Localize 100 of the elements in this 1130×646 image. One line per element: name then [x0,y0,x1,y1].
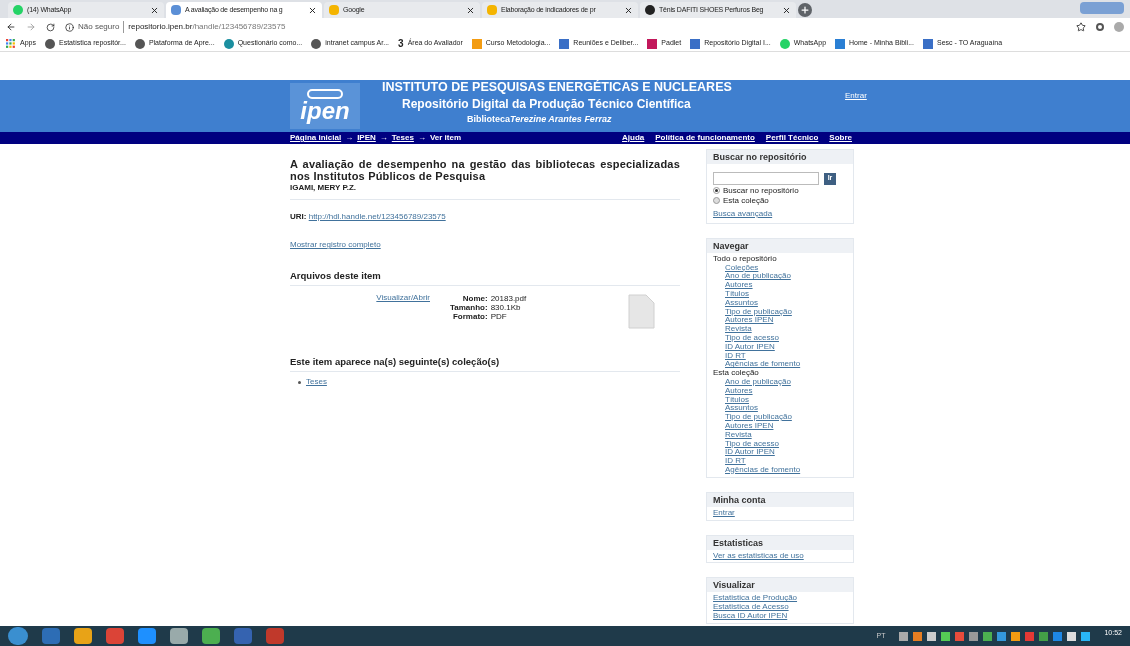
extension-icon[interactable] [1096,23,1104,31]
browse-link[interactable]: Autores IPEN [725,421,774,431]
browse-link[interactable]: Autores [725,281,753,290]
browse-link[interactable]: Títulos [725,290,749,299]
security-label: Não seguro [78,21,125,33]
browse-link[interactable]: Revista [725,430,752,440]
apps-grid-icon [6,38,16,49]
browse-link[interactable]: Agências de fomento [725,360,801,370]
globe-icon [311,38,322,49]
bullet-icon [298,381,301,385]
bookmark-icon [559,38,570,49]
breadcrumb-separator: → [345,132,354,144]
radio-label: Esta coleção [723,196,769,205]
globe-icon [134,38,145,49]
square-icon [647,38,658,49]
field-value: 830.1Kb [490,303,522,313]
bookmark-icon [835,38,846,49]
nav-link[interactable]: Perfil Técnico [765,132,819,144]
field-value: 20183.pdf [490,294,527,304]
radio-label: Buscar no repositório [723,186,799,195]
sidebar-link[interactable]: Estatistica de Acesso [713,603,789,612]
new-tab-button[interactable] [798,3,812,17]
box-title: Buscar no repositório [707,150,853,164]
whatsapp-icon [13,5,23,15]
advanced-search-link[interactable]: Busca avançada [713,210,773,219]
close-icon[interactable] [466,5,475,15]
whatsapp-icon [779,38,790,49]
breadcrumb-link[interactable]: IPEN [357,132,376,144]
info-icon [65,22,74,32]
browse-group-label: Esta coleção [713,369,760,378]
close-icon[interactable] [308,5,317,15]
browse-link[interactable]: Coleções [725,263,759,273]
full-record-link[interactable]: Mostrar registro completo [290,241,381,250]
browse-group-label: Todo o repositório [713,254,778,263]
browse-link[interactable]: ID RT [725,457,746,466]
sidebar-link[interactable]: Busca ID Autor IPEN [713,611,788,621]
close-icon[interactable] [150,5,159,15]
box-title: Visualizar [707,578,853,593]
radio-button[interactable] [713,197,720,204]
login-link[interactable]: Entrar [845,90,867,102]
bookmark-icon [690,38,701,49]
browse-link[interactable]: Agências de fomento [725,465,801,475]
uri-label: URI: [290,212,307,221]
start-button[interactable] [8,627,28,645]
nav-link[interactable]: Política de funcionamento [655,132,755,144]
bookmark-icon [329,5,339,15]
browse-link[interactable]: Ano de publicação [725,377,791,387]
field-label: Tamanho: [450,303,488,313]
item-author: IGAMI, MERY P.Z. [290,182,680,200]
taskbar-app-icon[interactable] [170,628,188,644]
taskbar-app-icon[interactable] [138,628,156,644]
globe-icon [223,38,234,49]
uri-link[interactable]: http://hdl.handle.net/123456789/23575 [308,212,446,221]
browse-link[interactable]: Assuntos [725,404,758,414]
browse-link[interactable]: Tipo de publicação [725,413,792,422]
browse-link[interactable]: Títulos [725,395,749,405]
browse-link[interactable]: Tipo de acesso [725,439,779,449]
browse-link[interactable]: Ano de publicação [725,272,791,282]
browse-link[interactable]: Revista [725,325,752,334]
browse-link[interactable]: Autores IPEN [725,316,774,326]
close-icon[interactable] [624,5,633,15]
globe-icon [44,38,55,49]
box-title: Navegar [707,238,853,253]
search-input[interactable] [713,172,819,185]
url-field[interactable]: Não seguro repositorio.ipen.br/handle/123456789/23575 [65,20,1066,34]
logo-rings-icon [307,89,343,99]
file-icon [628,294,655,330]
sidebar-link[interactable]: Entrar [713,508,735,518]
profile-icon[interactable] [1114,22,1124,32]
sidebar-link[interactable]: Ver as estatisticas de uso [713,551,804,561]
close-icon[interactable] [782,5,791,15]
browse-link[interactable]: ID Autor IPEN [725,342,775,352]
box-title: Estatisticas [707,535,853,550]
browse-link[interactable]: Tipo de publicação [725,307,792,317]
nav-link[interactable]: Ajuda [622,132,645,144]
taskbar-app-icon[interactable] [202,628,220,644]
page-icon [171,5,181,15]
browse-link[interactable]: Autores [725,386,753,396]
back-icon[interactable] [6,22,16,32]
breadcrumb-current: Ver item [429,132,462,144]
sidebar-link[interactable]: Estatistica de Produção [713,594,798,604]
breadcrumb-link[interactable]: Teses [391,132,414,144]
field-value: PDF [490,312,508,322]
nav-link[interactable]: Sobre [829,132,852,144]
reload-icon[interactable] [46,22,55,32]
radio-button[interactable] [713,187,720,194]
taskbar-app-icon[interactable] [106,628,124,644]
star-icon[interactable] [1076,22,1086,32]
browse-link[interactable]: Tipo de acesso [725,333,779,343]
browse-link[interactable]: ID RT [725,351,746,361]
collection-link[interactable]: Teses [306,378,327,388]
browse-link[interactable]: Assuntos [725,298,758,308]
breadcrumb-separator: → [417,132,426,144]
bookmark-icon [923,38,933,49]
repository-name: Repositório Digital da Produção Técnico Científica [401,96,692,113]
browse-link[interactable]: ID Autor IPEN [725,448,775,458]
section-heading: Arquivos deste item [290,268,680,287]
taskbar-app-icon[interactable] [74,628,92,644]
breadcrumb-link[interactable]: Página inicial [290,132,342,144]
open-file-link[interactable]: Visualizar/Abrir [376,294,430,330]
